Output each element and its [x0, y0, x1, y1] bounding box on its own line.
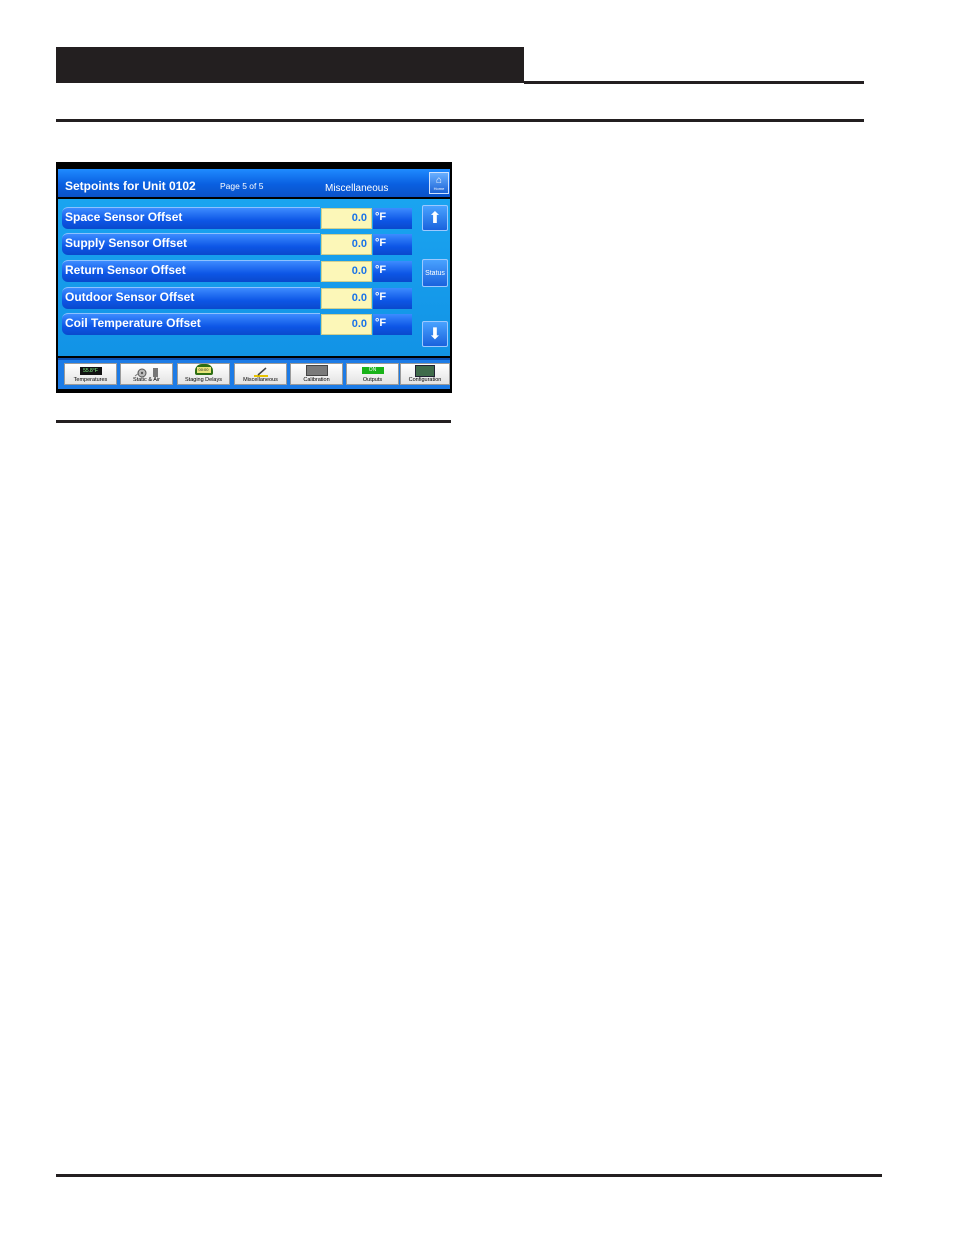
- footer-rule: [56, 1174, 882, 1177]
- home-label: Home: [433, 185, 445, 191]
- tab-label: Outputs: [362, 377, 383, 383]
- setpoint-row: Return Sensor Offset 0.0 °F: [62, 260, 412, 282]
- figure-divider: [56, 420, 451, 423]
- page-indicator: Page 5 of 5: [220, 181, 264, 191]
- title-bar: Setpoints for Unit 0102 Page 5 of 5 Misc…: [58, 169, 450, 197]
- setpoint-list: Space Sensor Offset 0.0 °F Supply Sensor…: [58, 199, 450, 356]
- tab-static-air[interactable]: Static & Air: [120, 363, 173, 385]
- setpoint-unit: °F: [373, 261, 412, 282]
- setpoint-value[interactable]: 0.0: [321, 208, 372, 229]
- tab-configuration[interactable]: Configuration: [400, 363, 450, 385]
- setpoint-row: Outdoor Sensor Offset 0.0 °F: [62, 287, 412, 309]
- circuit-board-icon: [415, 365, 435, 377]
- setpoint-unit: °F: [373, 208, 412, 229]
- scroll-down-button[interactable]: ⬇: [422, 321, 448, 347]
- header-bar: [56, 47, 524, 83]
- arrow-down-icon: ⬇: [428, 326, 442, 343]
- setpoint-row: Supply Sensor Offset 0.0 °F: [62, 233, 412, 255]
- tab-calibration[interactable]: Calibration: [290, 363, 343, 385]
- arrow-up-icon: ⬆: [428, 210, 442, 227]
- output-state: ON: [368, 367, 377, 373]
- screen-title: Setpoints for Unit 0102: [65, 179, 196, 193]
- setpoint-unit: °F: [373, 234, 412, 255]
- output-on-indicator: ON: [361, 367, 384, 374]
- tab-temperatures[interactable]: 55.8°F Temperatures: [64, 363, 117, 385]
- setpoint-label[interactable]: Return Sensor Offset: [62, 260, 320, 282]
- section-name: Miscellaneous: [325, 183, 389, 194]
- category-tab-bar: 55.8°F Temperatures Static & Air 00:00 S…: [58, 358, 450, 389]
- setpoint-row: Coil Temperature Offset 0.0 °F: [62, 313, 412, 335]
- thermometer-display-icon: 55.8°F: [79, 367, 102, 375]
- tab-staging-delays[interactable]: 00:00 Staging Delays: [177, 363, 230, 385]
- tab-label: Miscellaneous: [243, 377, 278, 383]
- header-rule: [524, 81, 864, 84]
- scroll-up-button[interactable]: ⬆: [422, 205, 448, 231]
- setpoint-unit: °F: [373, 288, 412, 309]
- status-label: Status: [425, 269, 445, 277]
- setpoint-value[interactable]: 0.0: [321, 234, 372, 255]
- home-icon: ⌂: [435, 174, 443, 186]
- temperature-readout: 55.8°F: [83, 368, 98, 374]
- fan-sensor-icon: [132, 365, 162, 378]
- home-button[interactable]: ⌂ Home: [429, 172, 449, 194]
- setpoints-screen: Setpoints for Unit 0102 Page 5 of 5 Misc…: [56, 162, 452, 393]
- clock-icon: 00:00: [194, 364, 213, 375]
- clock-readout: 00:00: [196, 367, 211, 373]
- setpoint-label[interactable]: Coil Temperature Offset: [62, 313, 320, 335]
- tab-label: Staging Delays: [185, 377, 222, 383]
- tab-outputs[interactable]: ON Outputs: [346, 363, 399, 385]
- tab-label: Static & Air: [133, 377, 160, 383]
- setpoint-value[interactable]: 0.0: [321, 261, 372, 282]
- setpoint-value[interactable]: 0.0: [321, 314, 372, 335]
- tab-miscellaneous[interactable]: Miscellaneous: [234, 363, 287, 385]
- tab-label: Temperatures: [73, 377, 108, 383]
- setpoint-label[interactable]: Outdoor Sensor Offset: [62, 287, 320, 309]
- pencil-icon: [253, 365, 269, 377]
- setpoint-label[interactable]: Supply Sensor Offset: [62, 233, 320, 255]
- top-divider: [56, 119, 864, 122]
- setpoint-unit: °F: [373, 314, 412, 335]
- calibration-device-icon: [305, 365, 328, 376]
- setpoint-row: Space Sensor Offset 0.0 °F: [62, 207, 412, 229]
- tab-label: Configuration: [408, 377, 442, 383]
- setpoint-label[interactable]: Space Sensor Offset: [62, 207, 320, 229]
- status-button[interactable]: Status: [422, 259, 448, 287]
- setpoint-value[interactable]: 0.0: [321, 288, 372, 309]
- tab-label: Calibration: [303, 377, 330, 383]
